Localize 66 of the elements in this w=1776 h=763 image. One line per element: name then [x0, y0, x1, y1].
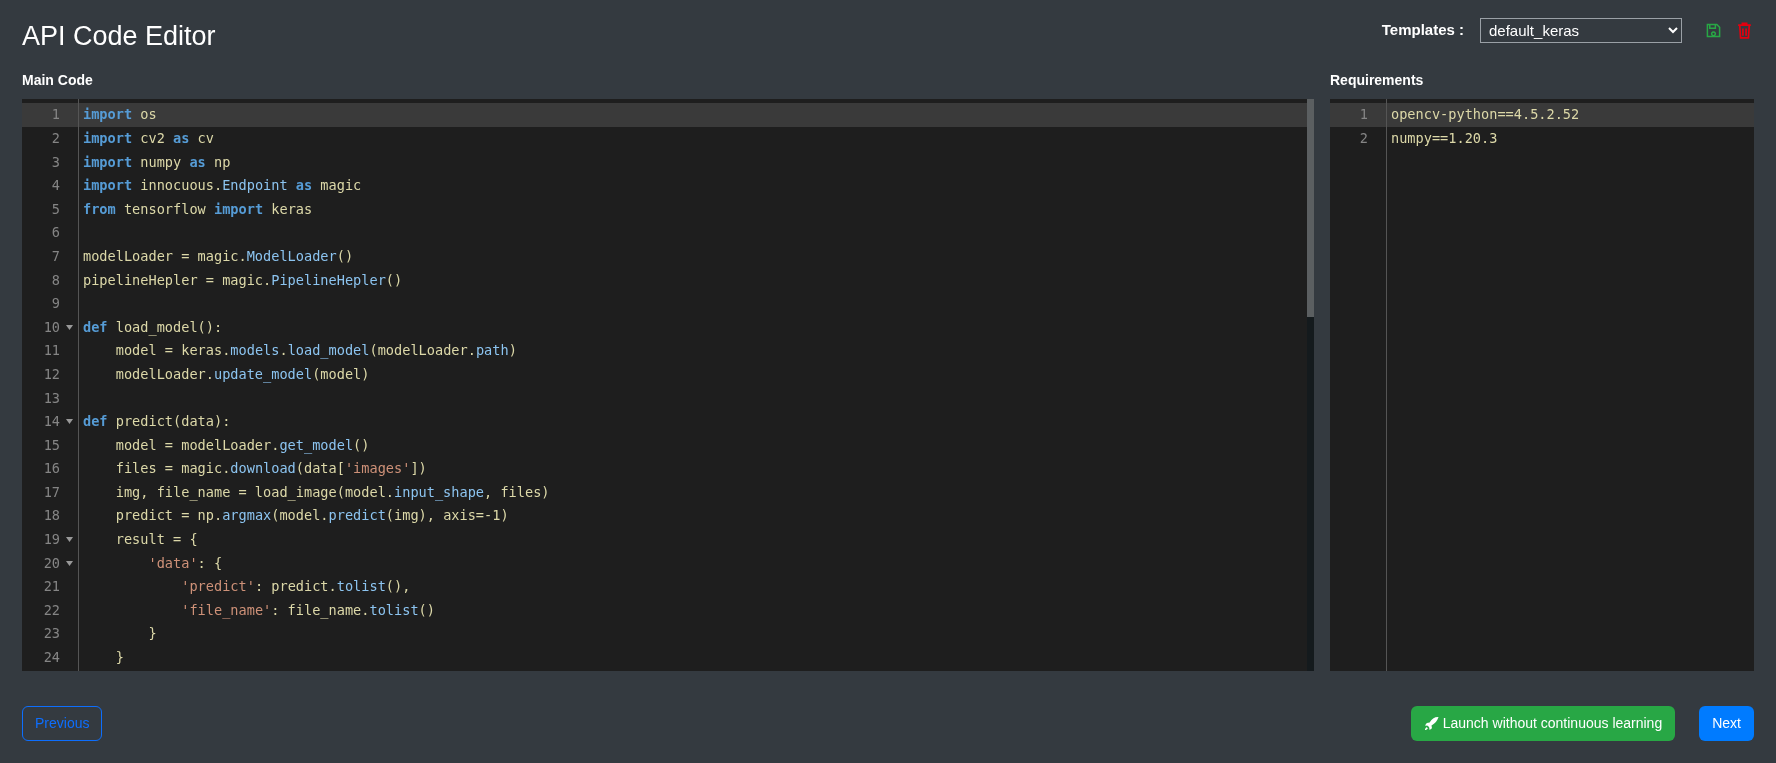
line-number: 22 — [43, 601, 60, 618]
line-number: 19 — [43, 531, 60, 548]
save-icon[interactable] — [1706, 23, 1721, 38]
line-number: 1 — [51, 106, 60, 123]
code-line: predict = np.argmax(model.predict(img), axis=-1) — [114, 507, 509, 524]
code-line: 'predict': predict.tolist(), — [180, 578, 411, 595]
line-number: 17 — [43, 483, 60, 500]
line-number: 24 — [43, 649, 60, 666]
line-number: 2 — [1359, 130, 1368, 146]
code-line: from tensorflow import keras — [83, 200, 313, 217]
line-number: 2 — [51, 130, 60, 146]
code-line: import cv2 as cv — [83, 130, 214, 146]
code-line: numpy==1.20.3 — [1391, 130, 1498, 146]
code-line: } — [147, 625, 157, 642]
line-number: 11 — [43, 342, 60, 359]
previous-button[interactable]: Previous — [22, 706, 103, 741]
line-number: 21 — [43, 578, 60, 595]
line-number: 10 — [43, 318, 60, 335]
line-number: 15 — [43, 436, 60, 453]
code-line: pipelineHepler = magic.PipelineHepler() — [83, 271, 403, 288]
code-line: img, file_name = load_image(model.input_shape, files) — [114, 483, 550, 500]
scrollbar[interactable] — [1307, 99, 1314, 672]
line-number: 23 — [43, 625, 60, 642]
line-number: 1 — [1359, 106, 1368, 123]
code-line: model = keras.models.load_model(modelLoader.path) — [114, 342, 517, 359]
line-number: 18 — [43, 507, 60, 524]
line-number: 4 — [51, 177, 60, 194]
fold-arrow-icon[interactable] — [66, 537, 73, 543]
code-line: result = { — [114, 531, 198, 548]
page-title: API Code Editor — [22, 20, 216, 53]
line-number: 16 — [43, 460, 60, 477]
rocket-icon — [1423, 716, 1439, 731]
line-number: 12 — [43, 365, 60, 382]
fold-arrow-icon[interactable] — [66, 560, 73, 566]
line-number: 13 — [43, 389, 60, 406]
code-line: model = modelLoader.get_model() — [114, 436, 370, 453]
code-line: import os — [83, 106, 157, 123]
line-number: 9 — [51, 295, 60, 312]
requirements-editor[interactable]: 1 2 opencv-python==4.5.2.52 numpy==1.20.3 — [1330, 99, 1754, 672]
code-editor[interactable] — [22, 99, 1314, 672]
code-line: def load_model(): — [83, 318, 223, 335]
code-line: def predict(data): — [83, 413, 231, 430]
next-button[interactable]: Next — [1699, 706, 1754, 741]
templates-dropdown[interactable]: default_keras — [1480, 18, 1682, 43]
code-line: 'data': { — [147, 554, 223, 571]
line-number: 20 — [43, 554, 60, 571]
code-line: modelLoader = magic.ModelLoader() — [83, 247, 354, 264]
launch-button[interactable]: Launch without continuous learning — [1410, 706, 1676, 741]
templates-label: Templates : — [1381, 20, 1464, 41]
line-number: 5 — [51, 200, 60, 217]
line-number: 7 — [51, 247, 60, 264]
line-number: 6 — [51, 224, 60, 241]
fold-arrow-icon[interactable] — [66, 324, 73, 330]
line-number: 14 — [43, 413, 60, 430]
code-line: opencv-python==4.5.2.52 — [1391, 106, 1580, 123]
code-line: 'file_name': file_name.tolist() — [180, 601, 435, 618]
code-line: import numpy as np — [83, 153, 231, 170]
fold-arrow-icon[interactable] — [66, 419, 73, 425]
code-line: } — [114, 649, 124, 666]
line-number: 8 — [51, 271, 60, 288]
main-code-label: Main Code — [22, 71, 94, 91]
code-line: files = magic.download(data['images']) — [114, 460, 427, 477]
requirements-label: Requirements — [1330, 71, 1425, 91]
code-line: modelLoader.update_model(model) — [114, 365, 370, 382]
code-line: import innocuous.Endpoint as magic — [83, 177, 362, 194]
line-number: 3 — [51, 153, 60, 170]
